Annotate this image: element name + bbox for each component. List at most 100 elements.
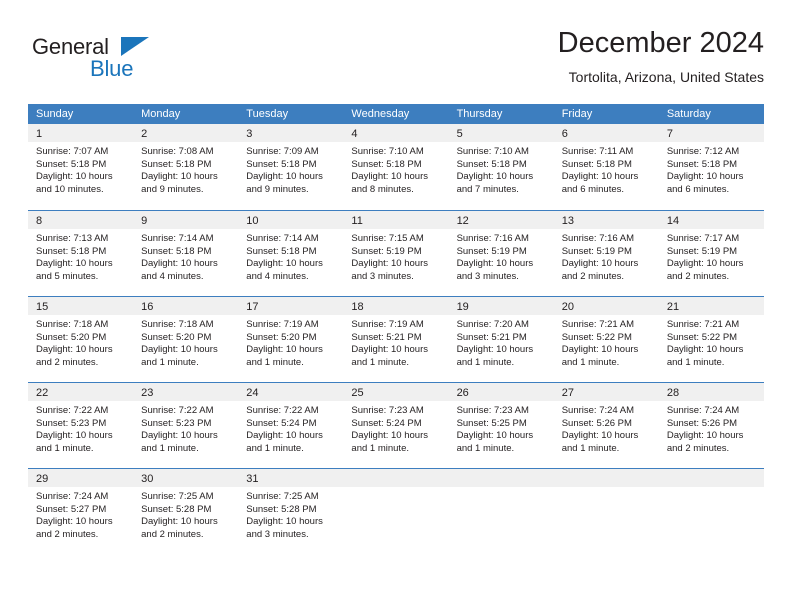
calendar-day-cell[interactable]: 27 Sunrise: 7:24 AM Sunset: 5:26 PM Dayligh… xyxy=(553,383,659,468)
day-detail-line: Sunrise: 7:25 AM xyxy=(141,491,214,502)
calendar-day-cell[interactable]: 16 Sunrise: 7:18 AM Sunset: 5:20 PM Dayligh… xyxy=(133,297,239,382)
day-detail-line: Sunset: 5:18 PM xyxy=(351,158,422,170)
day-detail-line: and 9 minutes. xyxy=(141,183,204,195)
day-detail-line: Sunset: 5:22 PM xyxy=(561,331,632,343)
calendar-week-row: 22 Sunrise: 7:22 AM Sunset: 5:23 PM Dayligh… xyxy=(28,382,764,468)
day-details: Sunrise: 7:14 AM Sunset: 5:18 PM Daylight:… xyxy=(238,229,343,283)
calendar-day-cell[interactable]: 17 Sunrise: 7:19 AM Sunset: 5:20 PM Dayligh… xyxy=(238,297,344,382)
day-detail-line: Sunrise: 7:24 AM xyxy=(561,405,635,416)
day-number: 12 xyxy=(456,215,469,227)
calendar-day-cell[interactable]: 15 Sunrise: 7:18 AM Sunset: 5:20 PM Dayligh… xyxy=(28,297,134,382)
calendar-day-cell[interactable]: 14 Sunrise: 7:17 AM Sunset: 5:19 PM Dayligh… xyxy=(658,211,764,296)
day-details: Sunrise: 7:09 AM Sunset: 5:18 PM Daylight:… xyxy=(238,142,343,196)
day-detail-line: Sunrise: 7:23 AM xyxy=(456,405,529,416)
day-detail-line: and 8 minutes. xyxy=(351,183,414,195)
day-detail-line: Sunrise: 7:10 AM xyxy=(456,146,529,157)
day-detail-line: Sunset: 5:28 PM xyxy=(141,503,212,515)
day-number: 17 xyxy=(246,301,259,313)
day-number: 19 xyxy=(456,301,469,313)
day-detail-line: Sunrise: 7:09 AM xyxy=(246,146,319,157)
day-detail-line: Sunset: 5:20 PM xyxy=(246,331,317,343)
calendar-day-cell[interactable]: 22 Sunrise: 7:22 AM Sunset: 5:23 PM Dayligh… xyxy=(28,383,134,468)
day-detail-line: and 3 minutes. xyxy=(351,270,414,282)
calendar-day-cell[interactable]: 3 Sunrise: 7:09 AM Sunset: 5:18 PM Daylight… xyxy=(238,124,344,210)
day-detail-line: Sunset: 5:18 PM xyxy=(456,158,527,170)
calendar-day-cell[interactable]: 26 Sunrise: 7:23 AM Sunset: 5:25 PM Dayligh… xyxy=(448,383,554,468)
weekday-header-thursday: Thursday xyxy=(456,108,503,120)
day-detail-line: Daylight: 10 hours xyxy=(246,171,323,183)
calendar-day-cell[interactable]: 5 Sunrise: 7:10 AM Sunset: 5:18 PM Daylight… xyxy=(448,124,554,210)
day-number-band: 16 xyxy=(133,297,239,315)
day-detail-line: Sunset: 5:23 PM xyxy=(141,417,212,429)
calendar-page: General Blue December 2024 Tortolita, Ar… xyxy=(0,0,792,612)
day-detail-line: Sunrise: 7:19 AM xyxy=(351,319,424,330)
location-subtitle: Tortolita, Arizona, United States xyxy=(568,69,764,85)
day-detail-line: Daylight: 10 hours xyxy=(141,171,218,183)
day-details: Sunrise: 7:21 AM Sunset: 5:22 PM Daylight:… xyxy=(659,315,764,369)
calendar-day-cell[interactable]: 12 Sunrise: 7:16 AM Sunset: 5:19 PM Dayligh… xyxy=(448,211,554,296)
day-detail-line: and 1 minute. xyxy=(456,356,515,368)
day-detail-line: Sunset: 5:22 PM xyxy=(666,331,738,343)
day-detail-line: Sunset: 5:24 PM xyxy=(246,417,317,429)
day-details: Sunrise: 7:20 AM Sunset: 5:21 PM Daylight:… xyxy=(449,315,554,369)
calendar-day-cell[interactable]: 18 Sunrise: 7:19 AM Sunset: 5:21 PM Dayligh… xyxy=(343,297,449,382)
day-detail-line: Sunrise: 7:24 AM xyxy=(36,491,109,502)
day-detail-line: Daylight: 10 hours xyxy=(456,430,534,442)
calendar-day-cell[interactable]: 1 Sunrise: 7:07 AM Sunset: 5:18 PM Daylight… xyxy=(28,124,134,210)
calendar-day-cell[interactable]: 29 Sunrise: 7:24 AM Sunset: 5:27 PM Dayligh… xyxy=(28,469,134,554)
day-number: 6 xyxy=(561,128,568,140)
day-detail-line: Daylight: 10 hours xyxy=(141,344,218,356)
day-detail-line: Sunrise: 7:08 AM xyxy=(141,146,214,157)
calendar-day-cell[interactable]: 2 Sunrise: 7:08 AM Sunset: 5:18 PM Daylight… xyxy=(133,124,239,210)
calendar-day-cell[interactable]: 6 Sunrise: 7:11 AM Sunset: 5:18 PM Daylight… xyxy=(553,124,659,210)
day-detail-line: Daylight: 10 hours xyxy=(666,171,744,183)
day-detail-line: and 1 minute. xyxy=(36,442,94,454)
calendar-day-cell[interactable]: 24 Sunrise: 7:22 AM Sunset: 5:24 PM Dayligh… xyxy=(238,383,344,468)
day-number: 4 xyxy=(351,128,358,140)
calendar-day-cell[interactable]: 31 Sunrise: 7:25 AM Sunset: 5:28 PM Dayligh… xyxy=(238,469,344,554)
day-number: 21 xyxy=(666,301,680,313)
calendar-day-cell[interactable]: 30 Sunrise: 7:25 AM Sunset: 5:28 PM Dayligh… xyxy=(133,469,239,554)
day-detail-line: Sunset: 5:18 PM xyxy=(36,158,107,170)
calendar-day-cell[interactable]: 10 Sunrise: 7:14 AM Sunset: 5:18 PM Dayligh… xyxy=(238,211,344,296)
day-detail-line: Daylight: 10 hours xyxy=(351,171,428,183)
calendar-day-cell[interactable]: 20 Sunrise: 7:21 AM Sunset: 5:22 PM Dayligh… xyxy=(553,297,659,382)
calendar-day-cell[interactable]: 13 Sunrise: 7:16 AM Sunset: 5:19 PM Dayligh… xyxy=(553,211,659,296)
calendar-day-cell[interactable]: 19 Sunrise: 7:20 AM Sunset: 5:21 PM Dayligh… xyxy=(448,297,554,382)
day-number-band: 23 xyxy=(133,383,239,401)
day-details: Sunrise: 7:24 AM Sunset: 5:26 PM Daylight:… xyxy=(659,401,764,455)
day-number-band: 11 xyxy=(343,211,449,229)
day-number: 8 xyxy=(36,215,43,227)
calendar-day-cell[interactable]: 28 Sunrise: 7:24 AM Sunset: 5:26 PM Dayligh… xyxy=(658,383,764,468)
day-detail-line: Daylight: 10 hours xyxy=(456,344,534,356)
calendar-day-cell[interactable]: 23 Sunrise: 7:22 AM Sunset: 5:23 PM Dayligh… xyxy=(133,383,239,468)
day-detail-line: Daylight: 10 hours xyxy=(666,430,744,442)
day-number-band: 12 xyxy=(448,211,554,229)
day-detail-line: Daylight: 10 hours xyxy=(36,516,113,528)
brand-logo[interactable]: General Blue xyxy=(28,34,228,90)
day-detail-line: and 1 minute. xyxy=(351,356,409,368)
day-number: 7 xyxy=(666,128,673,140)
day-number: 27 xyxy=(561,387,574,399)
day-details: Sunrise: 7:08 AM Sunset: 5:18 PM Daylight:… xyxy=(133,142,238,196)
day-detail-line: Sunrise: 7:18 AM xyxy=(141,319,214,330)
day-detail-line: Daylight: 10 hours xyxy=(561,344,639,356)
calendar-day-cell[interactable]: 8 Sunrise: 7:13 AM Sunset: 5:18 PM Daylight… xyxy=(28,211,134,296)
calendar-day-cell[interactable]: 25 Sunrise: 7:23 AM Sunset: 5:24 PM Dayligh… xyxy=(343,383,449,468)
day-detail-line: and 2 minutes. xyxy=(561,270,625,282)
calendar-day-cell[interactable]: 21 Sunrise: 7:21 AM Sunset: 5:22 PM Dayligh… xyxy=(658,297,764,382)
day-detail-line: and 7 minutes. xyxy=(456,183,519,195)
calendar-day-cell[interactable]: 4 Sunrise: 7:10 AM Sunset: 5:18 PM Daylight… xyxy=(343,124,449,210)
day-details: Sunrise: 7:24 AM Sunset: 5:27 PM Daylight:… xyxy=(28,487,133,541)
blue-triangle-logo-icon xyxy=(121,37,149,56)
calendar-day-cell[interactable]: 7 Sunrise: 7:12 AM Sunset: 5:18 PM Daylight… xyxy=(658,124,764,210)
day-detail-line: Sunset: 5:18 PM xyxy=(141,158,212,170)
calendar-day-cell[interactable]: 9 Sunrise: 7:14 AM Sunset: 5:18 PM Daylight… xyxy=(133,211,239,296)
day-number: 18 xyxy=(351,301,364,313)
day-details: Sunrise: 7:21 AM Sunset: 5:22 PM Daylight:… xyxy=(554,315,659,369)
day-detail-line: Daylight: 10 hours xyxy=(456,171,534,183)
calendar-day-cell[interactable]: 11 Sunrise: 7:15 AM Sunset: 5:19 PM Dayligh… xyxy=(343,211,449,296)
day-details: Sunrise: 7:22 AM Sunset: 5:24 PM Daylight:… xyxy=(238,401,343,455)
day-details: Sunrise: 7:24 AM Sunset: 5:26 PM Daylight:… xyxy=(554,401,659,455)
day-detail-line: and 1 minute. xyxy=(246,356,304,368)
